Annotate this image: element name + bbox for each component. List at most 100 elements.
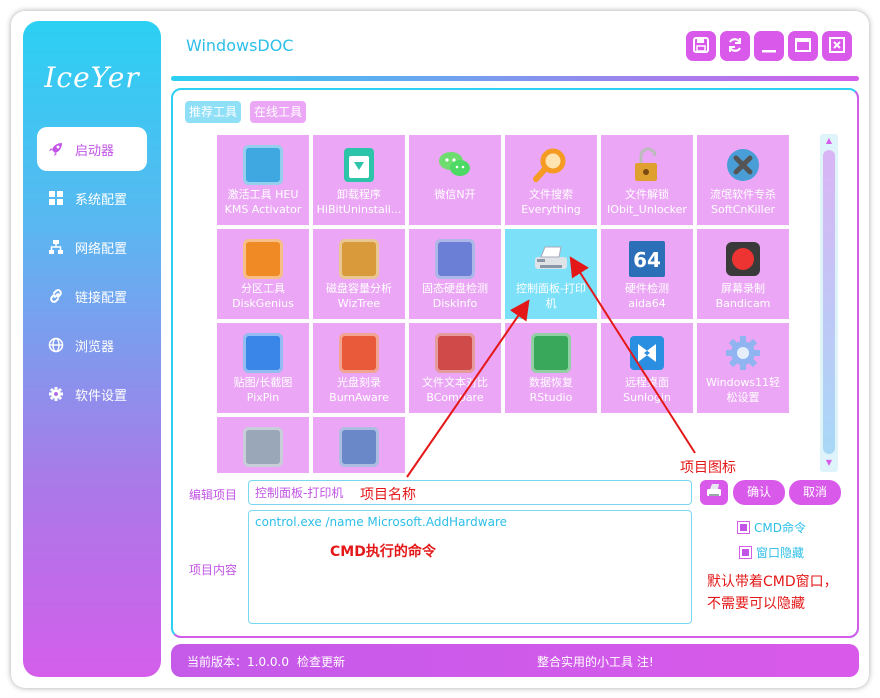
tool-tile[interactable]: 激活工具 HEU KMS Activator [217,135,309,225]
slogan-text: 整合实用的小工具 注! [537,655,654,669]
sidebar-item-network-config[interactable]: 网络配置 [37,225,147,269]
sidebar-item-label: 链接配置 [75,290,128,306]
maximize-button[interactable] [788,31,818,61]
sidebar-item-label: 浏览器 [75,339,115,355]
diskgenius-icon [243,239,283,279]
tool-tile[interactable]: 卸载程序 HiBitUninstall... [313,135,405,225]
link-icon [46,286,66,306]
compare-icon [435,333,475,373]
minimize-button[interactable] [754,31,784,61]
refresh-icon [726,36,744,57]
printer-icon [704,482,724,503]
app-title: WindowsDOC [186,36,294,55]
tool-tile[interactable]: 固态硬盘检测 DiskInfo [409,229,501,319]
tool-tile[interactable]: 远程桌面 Sunlogin [601,323,693,413]
tool-tile[interactable]: 微信N开 [409,135,501,225]
recycle-bin-icon [339,145,379,185]
tool-name: 激活工具 HEU [227,188,299,201]
tool-tile[interactable]: 分区工具 DiskGenius [217,229,309,319]
scrollbar[interactable]: ▲ ▼ [820,134,838,472]
padlock-icon [627,145,667,185]
save-button[interactable] [686,31,716,61]
tool-subtitle: SoftCnKiller [710,203,776,216]
tool-subtitle: PixPin [246,391,280,404]
wechat-icon [435,145,475,185]
sidebar-item-software-settings[interactable]: 软件设置 [37,372,147,416]
magnifier-icon [531,145,571,185]
scroll-up-icon[interactable]: ▲ [820,136,838,145]
gear-icon [46,384,66,404]
cmd-checkbox-row[interactable]: CMD命令 [737,519,806,536]
tool-name: 文件搜索 [529,188,573,201]
tool-name: 远程桌面 [625,376,669,389]
burn-icon [339,333,379,373]
tool-subtitle: BCompare [426,391,484,404]
tool-subtitle: Everything [521,203,581,216]
tool-name: Windows11轻 [705,376,781,389]
cmd-checkbox[interactable] [737,521,750,534]
hide-window-checkbox-row[interactable]: 窗口隐藏 [739,544,804,561]
tab-recommended[interactable]: 推荐工具 [185,101,242,123]
sidebar-item-system-config[interactable]: 系统配置 [37,176,147,220]
tool-tile[interactable]: 64 硬件检测 aida64 [601,229,693,319]
tool-subtitle: BurnAware [329,391,389,404]
check-update-link[interactable]: 检查更新 [297,653,345,670]
maximize-icon [794,36,812,57]
annotation-cmd-note: CMD执行的命令 [330,544,436,560]
tool-tile[interactable]: 贴图/长截图 PixPin [217,323,309,413]
aida64-icon: 64 [627,239,667,279]
sidebar-item-label: 网络配置 [75,241,128,257]
tool-subtitle: WizTree [337,297,381,310]
refresh-button[interactable] [720,31,750,61]
tool-tile[interactable]: 屏幕录制 Bandicam [697,229,789,319]
svg-text:64: 64 [633,248,661,272]
tool-subtitle: RStudio [529,391,573,404]
tool-tile[interactable]: 磁盘容量分析 WizTree [313,229,405,319]
hide-window-checkbox[interactable] [739,546,752,559]
scroll-thumb[interactable] [823,150,835,454]
choose-icon-button[interactable] [700,480,728,505]
tool-tile[interactable]: 数据恢复 RStudio [505,323,597,413]
tool-tile[interactable] [217,417,309,473]
scroll-down-icon[interactable]: ▼ [820,458,838,467]
tool-name: 固态硬盘检测 [422,282,488,295]
windows-icon [46,188,66,208]
tool-name: 卸载程序 [337,188,381,201]
tool-tile[interactable]: 流氓软件专杀 SoftCnKiller [697,135,789,225]
cube-icon [243,145,283,185]
tool-subtitle: 松设置 [726,391,760,404]
restore-icon [531,333,571,373]
tool-tile[interactable]: 文件搜索 Everything [505,135,597,225]
tool-tile[interactable]: 文件解锁 IObit_Unlocker [601,135,693,225]
project-name-input[interactable] [248,480,692,505]
sidebar-item-label: 启动器 [75,143,115,159]
sidebar-item-label: 软件设置 [75,388,128,404]
sidebar-item-browser[interactable]: 浏览器 [37,323,147,367]
kill-icon [723,145,763,185]
project-content-input[interactable]: control.exe /name Microsoft.AddHardware [248,510,692,624]
tool-tile[interactable]: 光盘刻录 BurnAware [313,323,405,413]
status-bar: 当前版本：1.0.0.0 检查更新 整合实用的小工具 注! [171,644,859,677]
tab-online[interactable]: 在线工具 [250,101,307,123]
annotation-hide-note-line2: 不需要可以隐藏 [707,596,805,612]
tool-name: 硬件检测 [625,282,669,295]
settings-check-icon [243,427,283,467]
sidebar-item-link-config[interactable]: 链接配置 [37,274,147,318]
sidebar-item-label: 系统配置 [75,192,128,208]
cancel-button[interactable]: 取消 [789,480,841,505]
tool-name: 光盘刻录 [337,376,381,389]
tool-subtitle: 机 [545,297,557,310]
tool-name: 流氓软件专杀 [710,188,776,201]
sidebar-item-launcher[interactable]: 启动器 [37,127,147,171]
tool-tile[interactable]: 文件文本对比 BCompare [409,323,501,413]
hide-window-checkbox-label: 窗口隐藏 [756,546,805,560]
wiztree-icon [339,239,379,279]
tool-tile[interactable] [313,417,405,473]
confirm-button[interactable]: 确认 [733,480,785,505]
close-button[interactable] [822,31,852,61]
tool-subtitle: DiskInfo [432,297,478,310]
gear-icon [723,333,763,373]
file-export-icon [339,427,379,467]
tool-tile[interactable]: 控制面板-打印机 [505,229,597,319]
tool-tile[interactable]: Windows11轻 松设置 [697,323,789,413]
